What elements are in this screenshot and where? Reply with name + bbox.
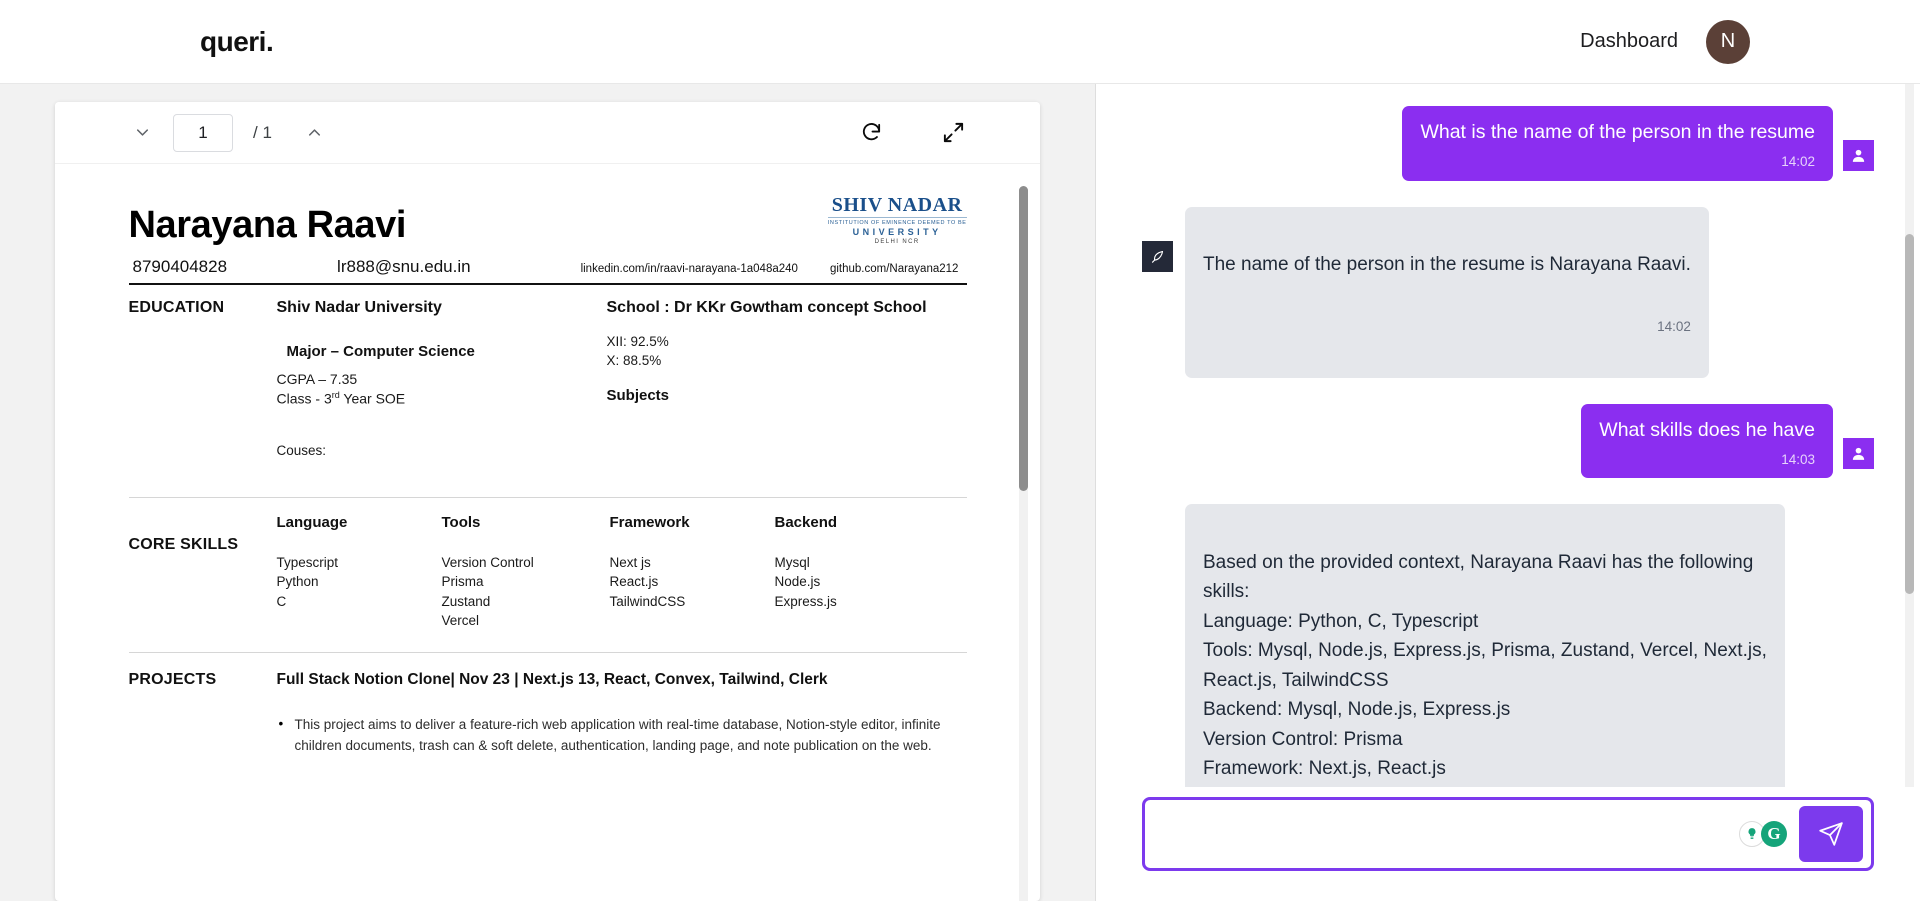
pdf-toolbar: / 1 [55,102,1040,164]
skill-column-items: Next js React.js TailwindCSS [609,555,686,609]
education-class-ordinal: rd [331,389,340,400]
section-core-skills: CORE SKILLS Language Typescript Python C… [129,514,967,630]
education-xii: XII: 92.5% [606,334,669,349]
chat-message-time: 14:03 [1781,451,1815,467]
resume-header: Narayana Raavi SHIV NADAR INSTITUTION OF… [129,182,967,247]
chat-message-list[interactable]: What is the name of the person in the re… [1096,84,1920,787]
page-total-label: / 1 [253,122,272,142]
resume-name: Narayana Raavi [128,204,407,246]
skill-column-title: Tools [441,514,481,532]
project-description: This project aims to deliver a feature-r… [277,714,967,757]
divider-education [128,497,967,499]
university-logo: SHIV NADAR INSTITUTION OF EMINENCE DEEME… [827,182,967,245]
toolbar-right-group [854,116,970,150]
education-right-column: School : Dr KKr Gowtham concept School X… [607,299,967,461]
skill-column-tools: Tools Version Control Prisma Zustand Ver… [442,514,610,630]
education-left-column: Shiv Nadar University Major – Computer S… [277,299,607,461]
chat-message-row: The name of the person in the resume is … [1142,206,1874,378]
chevron-up-icon[interactable] [298,116,332,150]
chat-bubble-user: What is the name of the person in the re… [1402,106,1833,181]
pdf-card: / 1 [55,102,1040,901]
skill-column-title: Framework [609,514,690,532]
refresh-icon[interactable] [854,116,888,150]
page-number-input[interactable] [173,113,233,152]
education-university: Shiv Nadar University [276,299,442,316]
chat-composer: G [1096,787,1920,901]
chat-message-text: Based on the provided context, Narayana … [1203,551,1767,779]
pdf-scroll-area[interactable]: Narayana Raavi SHIV NADAR INSTITUTION OF… [55,164,1040,901]
education-class: Class - 3rd Year SOE [277,389,607,409]
section-label-projects: PROJECTS [128,670,217,688]
contact-linkedin: linkedin.com/in/raavi-narayana-1a048a240 [580,263,798,275]
composer-box[interactable]: G [1142,797,1874,871]
section-label-core-skills: CORE SKILLS [128,536,239,554]
resume-contact-row: 8790404828 lr888@snu.edu.in linkedin.com… [128,257,967,285]
skill-column-language: Language Typescript Python C [277,514,442,630]
expand-icon[interactable] [936,116,970,150]
logo-title: SHIV NADAR [831,194,963,216]
chat-message-row: What is the name of the person in the re… [1142,106,1874,181]
app-header: queri. Dashboard N [0,0,1920,84]
chat-scrollbar-thumb[interactable] [1905,234,1914,594]
core-skills-grid: Language Typescript Python C Tools Versi… [277,514,967,630]
section-education: EDUCATION Shiv Nadar University Major – … [129,299,967,461]
chat-message-row: What skills does he have 14:03 [1142,403,1874,479]
project-title: Full Stack Notion Clone| Nov 23 | Next.j… [276,670,828,688]
chat-message-text: What skills does he have [1599,418,1815,441]
chat-bubble-bot: Based on the provided context, Narayana … [1185,504,1785,787]
logo-sub-university: UNIVERSITY [852,227,942,237]
main-split: / 1 [0,84,1920,901]
skill-column-backend: Backend Mysql Node.js Express.js [775,514,940,630]
user-message-avatar [1843,140,1874,171]
user-message-avatar [1843,437,1874,469]
skill-column-items: Mysql Node.js Express.js [774,555,837,609]
education-subjects: Subjects [606,386,670,404]
divider-core-skills [128,651,967,653]
skill-column-title: Language [276,514,348,532]
chat-message-text: What is the name of the person in the re… [1420,121,1815,143]
education-cgpa: CGPA – 7.35 [276,371,358,387]
chat-input[interactable] [1165,800,1739,868]
education-school: School : Dr KKr Gowtham concept School [606,299,927,316]
chat-bubble-bot: The name of the person in the resume is … [1185,206,1709,378]
chat-message-time: 14:02 [1657,319,1691,335]
chat-message-text: The name of the person in the resume is … [1203,254,1691,276]
chevron-down-icon[interactable] [125,116,159,150]
skill-column-items: Version Control Prisma Zustand Vercel [441,555,534,628]
bot-message-avatar [1142,240,1173,272]
section-label-education: EDUCATION [128,299,225,316]
contact-phone: 8790404828 [132,257,228,276]
education-x: X: 88.5% [606,352,662,368]
nav-link-dashboard[interactable]: Dashboard [1580,30,1678,53]
education-class-suffix: Year SOE [339,390,406,407]
contact-github: github.com/Narayana212 [829,263,959,275]
education-body: Shiv Nadar University Major – Computer S… [277,299,967,461]
chat-bubble-user: What skills does he have 14:03 [1581,403,1833,479]
user-avatar[interactable]: N [1706,19,1750,64]
education-major: Major – Computer Science [286,343,475,360]
skill-column-title: Backend [774,514,838,532]
education-class-prefix: Class - 3 [276,390,332,407]
header-right-group: Dashboard N [1580,19,1750,64]
core-skills-body: Language Typescript Python C Tools Versi… [277,514,967,630]
send-button[interactable] [1799,806,1863,862]
chat-message-time: 14:02 [1781,154,1815,170]
grammarly-logo-icon[interactable]: G [1761,821,1787,847]
chat-pane: What is the name of the person in the re… [1096,84,1920,901]
pdf-scrollbar-thumb[interactable] [1019,186,1028,491]
section-projects: PROJECTS Full Stack Notion Clone| Nov 23… [129,671,967,757]
pdf-viewer-pane: / 1 [0,84,1096,901]
chat-message-row: Based on the provided context, Narayana … [1142,504,1874,787]
contact-email: lr888@snu.edu.in [337,257,471,276]
skill-column-items: Typescript Python C [276,555,339,609]
logo-sub-eminence: INSTITUTION OF EMINENCE DEEMED TO BE [827,217,967,226]
skill-column-framework: Framework Next js React.js TailwindCSS [610,514,775,630]
resume-document: Narayana Raavi SHIV NADAR INSTITUTION OF… [79,182,1017,757]
logo-sub-location: DELHI NCR [874,239,920,245]
projects-body: Full Stack Notion Clone| Nov 23 | Next.j… [277,671,967,757]
app-logo[interactable]: queri. [200,26,274,58]
education-courses: Couses: [276,443,327,459]
grammarly-group[interactable]: G [1739,821,1787,847]
